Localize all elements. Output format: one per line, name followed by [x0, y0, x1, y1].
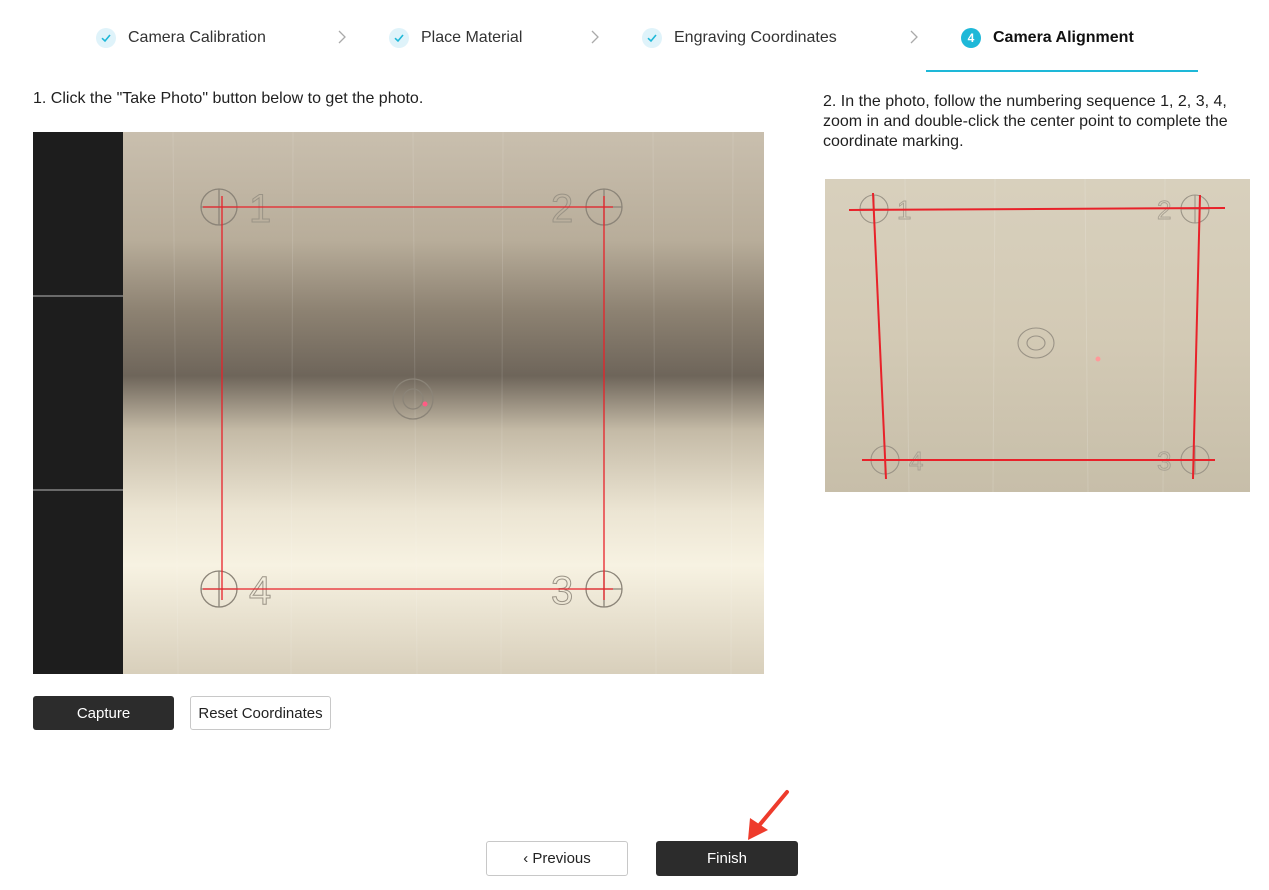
chevron-right-icon [336, 27, 348, 52]
chevron-right-icon [589, 27, 601, 52]
stepper: Camera Calibration Place Material Engrav… [0, 0, 1269, 75]
corner-label-3: 3 [551, 569, 573, 613]
step-place-material[interactable]: Place Material [389, 26, 522, 50]
corner-label-1: 1 [249, 187, 271, 231]
step-engraving-coordinates[interactable]: Engraving Coordinates [642, 26, 837, 50]
step-number-badge: 4 [961, 28, 981, 48]
red-arrow-icon [748, 790, 789, 840]
step-camera-alignment[interactable]: 4 Camera Alignment [961, 26, 1134, 50]
chevron-right-icon [908, 27, 920, 52]
ref-corner-label-2: 2 [1157, 195, 1171, 225]
step-label: Engraving Coordinates [674, 29, 837, 46]
instruction-mark-coordinates: 2. In the photo, follow the numbering se… [823, 93, 1228, 150]
previous-button[interactable]: ‹ Previous [486, 841, 628, 876]
camera-photo[interactable]: 1 2 3 4 [33, 132, 764, 674]
step-label: Place Material [421, 29, 523, 46]
step-label: Camera Alignment [993, 29, 1134, 46]
finish-button[interactable]: Finish [656, 841, 798, 876]
step-label: Camera Calibration [128, 29, 266, 46]
capture-button[interactable]: Capture [33, 696, 174, 730]
instruction-take-photo: 1. Click the "Take Photo" button below t… [33, 90, 424, 107]
check-icon [96, 28, 116, 48]
corner-label-4: 4 [249, 569, 271, 613]
corner-label-2: 2 [551, 187, 573, 231]
active-step-underline [926, 70, 1198, 72]
step-camera-calibration[interactable]: Camera Calibration [96, 26, 266, 50]
check-icon [642, 28, 662, 48]
reference-photo: 1 2 3 4 [825, 179, 1250, 492]
reset-coordinates-button[interactable]: Reset Coordinates [190, 696, 331, 730]
check-icon [389, 28, 409, 48]
